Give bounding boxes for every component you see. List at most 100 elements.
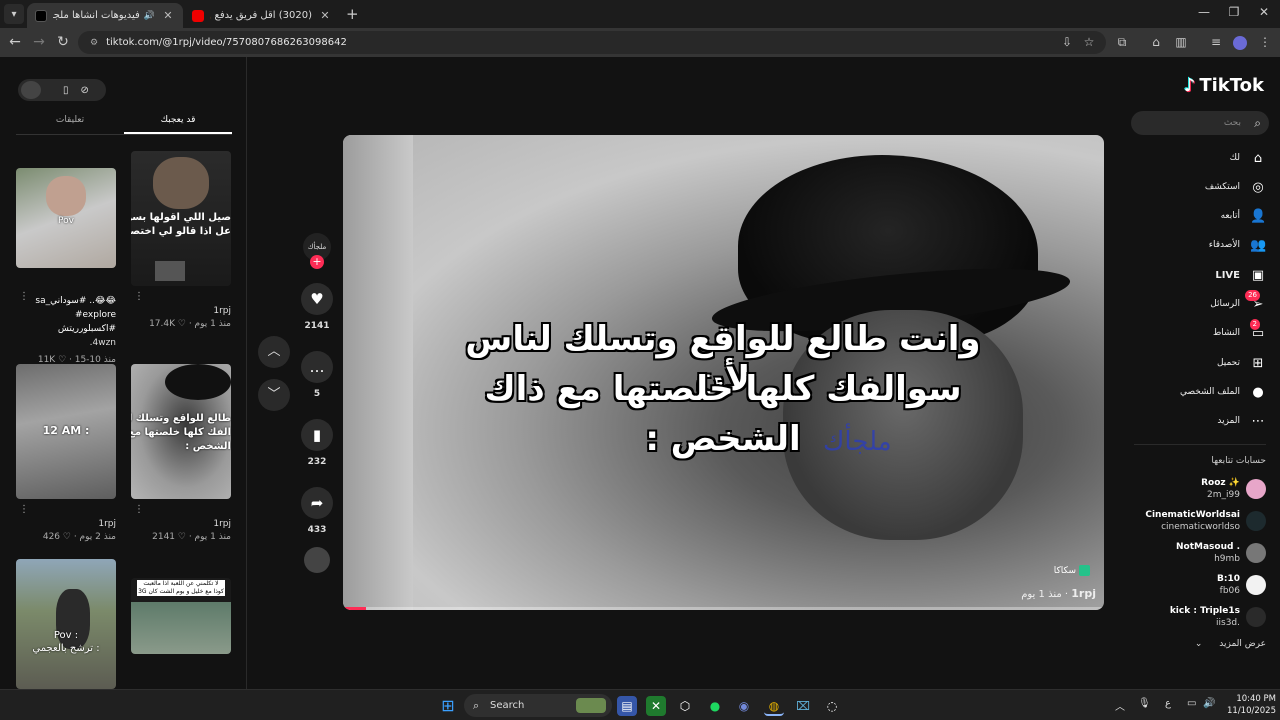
address-bar[interactable]: ⚙ tiktok.com/@1rpj/video/757080768626309… <box>78 31 1106 54</box>
previous-video-button[interactable]: ︿ <box>258 336 290 368</box>
tab-search-button[interactable]: ▾ <box>4 4 24 24</box>
video-progress-bar[interactable] <box>343 607 1104 610</box>
search-box[interactable]: بحث ⌕ <box>1131 111 1269 135</box>
video-author[interactable]: 1rpj <box>131 306 231 316</box>
taskbar-search[interactable]: ⌕ Search <box>464 694 612 717</box>
related-video-thumbnail[interactable]: Pov : ترشح بالعجمي : <box>16 559 116 689</box>
comment-button[interactable]: … <box>301 351 333 383</box>
thumb-caption: Pov : ترشح بالعجمي : <box>32 630 100 654</box>
nav-profile[interactable]: الملف الشخصي ● <box>1126 381 1266 403</box>
device-icon[interactable]: ▯ <box>63 85 69 96</box>
following-account[interactable]: NotMasoud . h9mb <box>1126 539 1266 567</box>
video-options-icon[interactable]: ⋮ <box>19 291 29 302</box>
share-button[interactable]: ➦ <box>301 487 333 519</box>
profile-avatar-icon[interactable] <box>1233 36 1247 50</box>
terminal-icon[interactable]: ⌧ <box>793 696 813 716</box>
speaker-icon[interactable]: 🔊 <box>144 11 155 21</box>
following-account[interactable]: Rooz ✨ 2m_i99 <box>1126 475 1266 503</box>
related-video-thumbnail[interactable]: طالع للواقع وتسلك لناس الفك كلها خلصتها … <box>131 364 231 499</box>
tab-title: فيديوهات أنشأها ملجأك (@1rpj <box>53 10 140 21</box>
browser-menu-icon[interactable]: ⋮ <box>1257 35 1273 49</box>
video-options-icon[interactable]: ⋮ <box>134 291 144 302</box>
close-window-icon[interactable]: ✕ <box>1249 5 1279 19</box>
spotify-icon[interactable]: ● <box>705 696 725 716</box>
nav-label: الملف الشخصي <box>1180 387 1240 397</box>
reload-icon[interactable]: ↻ <box>54 34 72 50</box>
sound-disc-icon[interactable] <box>304 547 330 573</box>
chrome-icon[interactable]: ◍ <box>764 696 784 716</box>
tiktok-logo[interactable]: ♪ TikTok <box>1184 75 1264 96</box>
nav-live[interactable]: LIVE ▣ <box>1126 264 1266 286</box>
sidepanel-icon[interactable]: ▥ <box>1173 35 1189 49</box>
discord-icon[interactable]: ◉ <box>734 696 754 716</box>
user-avatar-icon[interactable] <box>21 81 41 99</box>
keyboard-language-icon[interactable]: ع <box>1165 698 1171 709</box>
nav-label: النشاط <box>1212 328 1240 338</box>
app-hex-icon[interactable]: ⬡ <box>675 696 695 716</box>
tab-close-icon[interactable]: ✕ <box>318 9 332 22</box>
following-account[interactable]: B:10 fb06 <box>1126 571 1266 599</box>
thumb-face <box>46 176 86 216</box>
bookmark-star-icon[interactable]: ☆ <box>1081 35 1097 49</box>
nav-more[interactable]: المزيد ⋯ <box>1126 410 1266 432</box>
compass-small-icon[interactable]: ⊘ <box>81 85 89 96</box>
video-author[interactable]: 1rpj <box>131 519 231 529</box>
windows-start-icon[interactable]: ⊞ <box>438 696 458 716</box>
nav-for-you[interactable]: لك ⌂ <box>1126 147 1266 169</box>
video-author[interactable]: 1rpj <box>1071 587 1096 600</box>
back-icon[interactable]: ← <box>6 34 24 50</box>
search-icon[interactable]: ⌕ <box>1254 111 1261 135</box>
nav-following[interactable]: أتابعه 👤 <box>1126 205 1267 227</box>
nav-upload[interactable]: تحميل ⊞ <box>1126 352 1266 374</box>
nav-messages[interactable]: الرسائل ➢ 26 <box>1126 289 1266 315</box>
video-caption-line: الشخص : <box>645 419 801 459</box>
like-button[interactable]: ♥ <box>301 283 333 315</box>
following-account[interactable]: kick : Triple1s iis3d. <box>1126 603 1266 631</box>
nav-activity[interactable]: النشاط ▭ 2 <box>1126 318 1266 344</box>
browser-toolbar: ← → ↻ ⚙ tiktok.com/@1rpj/video/757080768… <box>0 28 1280 57</box>
related-panel: ▯ ⊘ تعليقات قد يعجبك صيل اللي اقولها بسو… <box>0 57 247 689</box>
browser-tab-youtube[interactable]: (3020) اقل فريق يدفع 🤗😂 | مد ✕ <box>184 3 340 28</box>
related-video-thumbnail[interactable]: 12 AM : <box>16 364 116 499</box>
related-video-thumbnail[interactable]: لا تكلمني عن اللعبة اذا مالعبت كوذا مع خ… <box>131 578 231 654</box>
tab-close-icon[interactable]: ✕ <box>161 9 175 22</box>
activity-badge: 2 <box>1249 318 1260 330</box>
video-author[interactable]: 4wzn. <box>16 336 116 350</box>
file-app-icon[interactable]: ▤ <box>617 696 637 716</box>
browser-tab-tiktok[interactable]: فيديوهات أنشأها ملجأك (@1rpj 🔊 ✕ <box>27 3 183 28</box>
site-info-icon[interactable]: ⚙ <box>90 38 98 48</box>
tab-you-may-like[interactable]: قد يعجبك <box>124 115 232 134</box>
media-controls-icon[interactable]: ≡ <box>1208 35 1224 49</box>
extension-puzzle-icon[interactable]: ⌂ <box>1148 35 1164 49</box>
nav-friends[interactable]: الأصدقاء 👥 <box>1126 234 1266 256</box>
tray-overflow-icon[interactable]: ︿ <box>1115 698 1125 713</box>
see-more-button[interactable]: عرض المزيد ⌄ <box>1195 639 1266 649</box>
video-options-icon[interactable]: ⋮ <box>19 504 29 515</box>
extensions-icon[interactable]: ⧉ <box>1114 35 1130 50</box>
restore-icon[interactable]: ❐ <box>1219 5 1249 19</box>
xbox-icon[interactable]: ✕ <box>646 696 666 716</box>
nav-explore[interactable]: استكشف ◎ <box>1126 176 1266 198</box>
tab-comments[interactable]: تعليقات <box>16 115 124 134</box>
volume-icon[interactable]: 🔊 <box>1203 698 1215 709</box>
windows-taskbar: ⊞ ⌕ Search ▤ ✕ ⬡ ● ◉ ◍ ⌧ ◌ ︿ 🎙 ع ▭ 🔊 10:4… <box>0 689 1280 720</box>
video-author[interactable]: 1rpj <box>16 519 116 529</box>
bookmark-count: 232 <box>307 457 327 467</box>
forward-icon[interactable]: → <box>30 34 48 50</box>
location-tag[interactable]: سكاكا <box>1054 565 1090 576</box>
related-video-thumbnail[interactable]: صيل اللي اقولها بسوا عل اذا قالو لي اختص… <box>131 151 231 286</box>
related-video-thumbnail[interactable]: Pov <box>16 168 116 268</box>
new-tab-button[interactable]: + <box>346 5 359 23</box>
app-circle-icon[interactable]: ◌ <box>822 696 842 716</box>
video-options-icon[interactable]: ⋮ <box>134 504 144 515</box>
bookmark-button[interactable]: ▮ <box>301 419 333 451</box>
following-account[interactable]: CinematicWorldsai cinematicworldso <box>1126 507 1266 535</box>
install-app-icon[interactable]: ⇩ <box>1059 35 1075 49</box>
microphone-icon[interactable]: 🎙 <box>1138 698 1151 709</box>
video-player[interactable]: وانت طالع للواقع وتسلك لناس لأن سوالفك ك… <box>343 135 1104 610</box>
network-icon[interactable]: ▭ <box>1187 698 1196 709</box>
minimize-icon[interactable]: — <box>1189 5 1219 19</box>
next-video-button[interactable]: ﹀ <box>258 379 290 411</box>
taskbar-clock[interactable]: 10:40 PM 11/10/2025 <box>1218 693 1276 717</box>
video-byline: 1rpj · منذ 1 يوم <box>1021 587 1096 600</box>
